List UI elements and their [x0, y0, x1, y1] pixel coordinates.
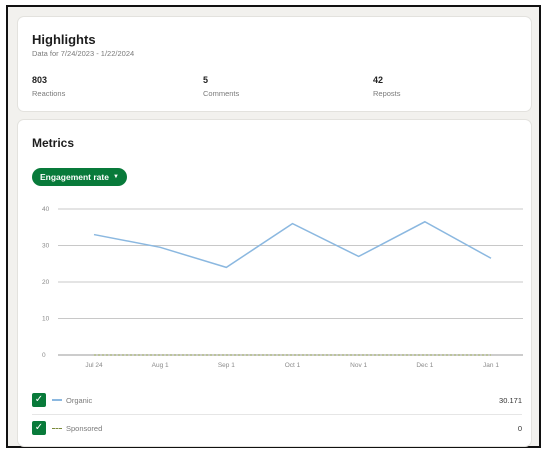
sponsored-checkbox[interactable]: ✓	[32, 421, 46, 435]
x-tick-label: Jul 24	[85, 362, 103, 369]
stat-reposts: 42 Reposts	[373, 75, 401, 98]
date-range: Data for 7/24/2023 - 1/22/2024	[32, 49, 135, 58]
comments-count: 5	[203, 75, 209, 85]
legend-organic: ✓ Organic 30.171	[32, 390, 522, 410]
x-tick-label: Dec 1	[416, 362, 433, 369]
comments-label: Comments	[203, 89, 240, 98]
series-line-organic	[93, 220, 492, 269]
highlights-card: Highlights Data for 7/24/2023 - 1/22/202…	[18, 17, 531, 111]
y-tick-label: 20	[42, 279, 50, 286]
reposts-count: 42	[373, 75, 384, 85]
reposts-label: Reposts	[373, 89, 401, 98]
stat-reactions: 803 Reactions	[32, 75, 65, 98]
analytics-panel: Highlights Data for 7/24/2023 - 1/22/202…	[6, 5, 541, 448]
x-tick-label: Aug 1	[152, 362, 169, 369]
reactions-label: Reactions	[32, 89, 66, 98]
highlights-title: Highlights	[32, 32, 96, 47]
metrics-card: Metrics Engagement rate ▼ 40 30 20 10 0 Jul …	[18, 120, 531, 446]
reactions-count: 803	[32, 75, 48, 85]
x-tick-label: Jan 1	[483, 362, 499, 369]
organic-value: 30.171	[499, 395, 522, 405]
y-tick-label: 0	[42, 352, 46, 359]
x-tick-label: Oct 1	[285, 362, 301, 369]
y-tick-label: 30	[42, 243, 50, 250]
organic-checkbox[interactable]: ✓	[32, 393, 46, 407]
organic-label: Organic	[66, 395, 93, 405]
sponsored-swatch	[52, 427, 62, 429]
stat-comments: 5 Comments	[203, 75, 239, 98]
x-tick-label: Sep 1	[218, 362, 235, 369]
sponsored-value: 0	[517, 423, 522, 433]
organic-swatch	[52, 399, 62, 401]
x-tick-label: Nov 1	[350, 362, 367, 369]
legend-sponsored: ✓ Sponsored 0	[32, 418, 522, 438]
y-tick-label: 10	[42, 316, 50, 323]
legend-divider	[32, 414, 522, 415]
sponsored-label: Sponsored	[66, 423, 103, 433]
y-tick-label: 40	[42, 206, 50, 213]
